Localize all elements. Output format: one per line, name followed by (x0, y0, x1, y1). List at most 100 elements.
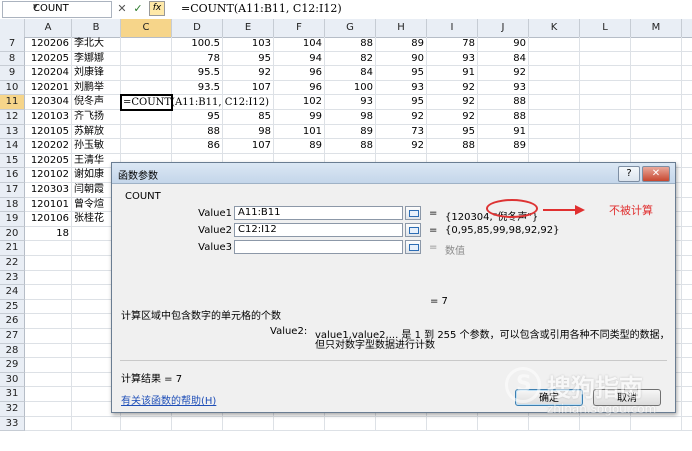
cell[interactable]: 84 (327, 66, 373, 80)
cell[interactable]: 82 (327, 52, 373, 66)
cell[interactable]: 刘康锋 (74, 66, 118, 80)
cell[interactable]: 120106 (27, 212, 69, 226)
cell[interactable]: 98 (225, 125, 271, 139)
cell[interactable]: 120101 (27, 198, 69, 212)
row-header[interactable]: 20 (0, 226, 25, 242)
cell[interactable]: 李娜娜 (74, 52, 118, 66)
cell[interactable]: 104 (276, 37, 322, 51)
column-header[interactable]: L (580, 19, 631, 37)
cell[interactable]: 120303 (27, 183, 69, 197)
value2-input[interactable]: C12:I12 (234, 223, 403, 237)
row-header[interactable]: 9 (0, 66, 25, 81)
row-header[interactable]: 21 (0, 241, 25, 256)
value2-collapse-button[interactable] (405, 223, 421, 237)
row-header[interactable]: 8 (0, 51, 25, 67)
row-header[interactable]: 26 (0, 314, 25, 329)
cell[interactable]: 92 (225, 66, 271, 80)
cell[interactable]: 120206 (27, 37, 69, 51)
row-header[interactable]: 29 (0, 358, 25, 373)
row-header[interactable]: 15 (0, 153, 25, 169)
function-help-link[interactable]: 有关该函数的帮助(H) (121, 392, 216, 407)
cell[interactable]: 90 (480, 37, 526, 51)
value1-input[interactable]: A11:B11 (234, 206, 403, 220)
insert-function-icon[interactable]: fx (149, 1, 165, 16)
cell[interactable]: 91 (480, 125, 526, 139)
chevron-down-icon[interactable]: ▾ (33, 2, 109, 12)
name-box[interactable]: COUNT ▾ (2, 1, 112, 18)
cell[interactable]: 78 (429, 37, 475, 51)
cell[interactable]: 120103 (27, 110, 69, 124)
value3-input[interactable] (234, 240, 403, 254)
cell[interactable]: 88 (327, 37, 373, 51)
cell[interactable]: 90 (378, 52, 424, 66)
active-cell[interactable]: =COUNT(A11:B11, C12:I12) (120, 94, 269, 111)
cell[interactable]: 李北大 (74, 37, 118, 51)
column-header[interactable]: B (72, 19, 121, 37)
value3-collapse-button[interactable] (405, 240, 421, 254)
close-button[interactable]: ✕ (642, 166, 670, 182)
row-header[interactable]: 13 (0, 124, 25, 140)
cell[interactable]: 91 (429, 66, 475, 80)
row-header[interactable]: 16 (0, 168, 25, 183)
cell[interactable]: 88 (480, 95, 526, 109)
row-header[interactable]: 11 (0, 95, 25, 110)
cell[interactable]: 倪冬声 (74, 95, 118, 109)
dialog-titlebar[interactable]: 函数参数 ? ✕ (112, 163, 675, 184)
cell[interactable]: 88 (327, 139, 373, 153)
cell[interactable]: 96 (276, 66, 322, 80)
row-header[interactable]: 14 (0, 139, 25, 154)
cell[interactable]: 92 (378, 110, 424, 124)
cell[interactable]: 120304 (27, 95, 69, 109)
column-header[interactable]: C (121, 19, 172, 37)
cell[interactable]: 89 (378, 37, 424, 51)
cell[interactable]: 85 (225, 110, 271, 124)
cell[interactable]: 92 (429, 110, 475, 124)
cell[interactable]: 78 (174, 52, 220, 66)
cell[interactable]: 94 (276, 52, 322, 66)
row-header[interactable]: 12 (0, 110, 25, 125)
cell[interactable]: 120205 (27, 52, 69, 66)
cell[interactable]: 93.5 (174, 81, 220, 95)
cell[interactable]: 齐飞扬 (74, 110, 118, 124)
column-header[interactable]: I (427, 19, 478, 37)
value1-collapse-button[interactable] (405, 206, 421, 220)
row-header[interactable]: 19 (0, 212, 25, 227)
row-header[interactable]: 30 (0, 372, 25, 388)
cell[interactable]: 93 (327, 95, 373, 109)
cell[interactable]: 92 (429, 95, 475, 109)
cell[interactable]: 120201 (27, 81, 69, 95)
cell[interactable]: 93 (429, 52, 475, 66)
cell[interactable]: 89 (327, 125, 373, 139)
row-header[interactable]: 31 (0, 387, 25, 402)
cell[interactable]: 101 (276, 125, 322, 139)
cell[interactable]: 95 (225, 52, 271, 66)
cell[interactable]: 120102 (27, 168, 69, 182)
help-button[interactable]: ? (618, 166, 640, 182)
cell[interactable]: 89 (480, 139, 526, 153)
column-header[interactable]: G (325, 19, 376, 37)
cell[interactable]: 苏解放 (74, 125, 118, 139)
cell[interactable]: 96 (276, 81, 322, 95)
column-header[interactable]: M (631, 19, 682, 37)
cell[interactable]: 98 (327, 110, 373, 124)
column-header[interactable]: F (274, 19, 325, 37)
select-all-corner[interactable] (0, 19, 25, 37)
cell[interactable]: 73 (378, 125, 424, 139)
column-header[interactable]: E (223, 19, 274, 37)
row-header[interactable]: 17 (0, 183, 25, 198)
cell[interactable]: 120105 (27, 125, 69, 139)
row-header[interactable]: 28 (0, 343, 25, 359)
cell[interactable]: 89 (276, 139, 322, 153)
row-header[interactable]: 32 (0, 402, 25, 417)
row-header[interactable]: 24 (0, 285, 25, 300)
column-header[interactable]: K (529, 19, 580, 37)
cell[interactable]: 99 (276, 110, 322, 124)
row-header[interactable]: 18 (0, 197, 25, 213)
cell[interactable]: 88 (480, 110, 526, 124)
column-header[interactable]: J (478, 19, 529, 37)
cell[interactable]: 95 (378, 66, 424, 80)
confirm-entry-icon[interactable]: ✓ (131, 1, 145, 16)
cell[interactable]: 102 (276, 95, 322, 109)
cell[interactable]: 95 (378, 95, 424, 109)
cell[interactable]: 100 (327, 81, 373, 95)
